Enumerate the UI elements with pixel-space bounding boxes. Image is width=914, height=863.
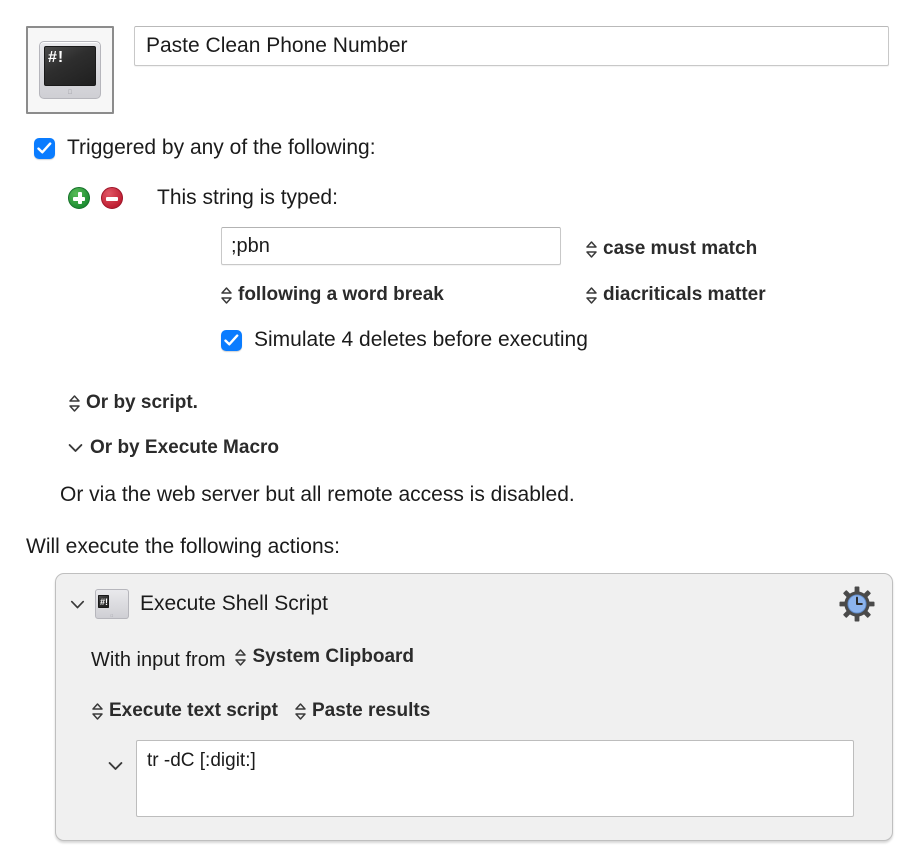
macro-header: #!  Paste Clean Phone Number bbox=[26, 26, 889, 114]
up-down-chevron-icon bbox=[234, 647, 247, 667]
or-by-execute-macro-disclosure[interactable]: Or by Execute Macro bbox=[68, 437, 279, 459]
or-by-script-label: Or by script. bbox=[86, 392, 198, 413]
typed-string-value: ;pbn bbox=[231, 234, 270, 257]
trigger-enabled-row: Triggered by any of the following: bbox=[34, 136, 376, 160]
trigger-enabled-label: Triggered by any of the following: bbox=[67, 136, 376, 159]
up-down-chevron-icon bbox=[294, 701, 307, 721]
action-header: #!  Execute Shell Script bbox=[70, 589, 328, 619]
remove-trigger-button[interactable] bbox=[101, 187, 123, 209]
script-text-input[interactable]: tr -dC [:digit:] bbox=[136, 740, 854, 817]
input-from-label: With input from bbox=[91, 648, 226, 671]
checkmark-icon bbox=[224, 333, 239, 345]
action-icon-glyph: #! bbox=[98, 595, 110, 608]
up-down-chevron-icon bbox=[220, 285, 233, 305]
minus-icon bbox=[106, 197, 118, 201]
gear-clock-icon[interactable] bbox=[839, 586, 875, 622]
input-source-value: System Clipboard bbox=[252, 646, 415, 667]
monitor-base:  bbox=[96, 614, 128, 618]
simulate-deletes-label: Simulate 4 deletes before executing bbox=[254, 328, 588, 351]
checkmark-icon bbox=[37, 141, 52, 153]
result-mode-value: Paste results bbox=[311, 700, 431, 721]
chevron-down-icon bbox=[68, 438, 83, 458]
diacriticals-popup[interactable]: diacriticals matter bbox=[585, 284, 766, 306]
script-text-value: tr -dC [:digit:] bbox=[147, 750, 256, 771]
up-down-chevron-icon bbox=[68, 393, 81, 413]
macro-icon-well[interactable]: #!  bbox=[26, 26, 114, 114]
actions-heading: Will execute the following actions: bbox=[26, 535, 340, 558]
action-title: Execute Shell Script bbox=[140, 592, 328, 615]
shell-script-monitor-icon: #!  bbox=[39, 41, 101, 99]
plus-icon-vertical bbox=[78, 192, 82, 204]
up-down-chevron-icon bbox=[585, 239, 598, 259]
add-trigger-button[interactable] bbox=[68, 187, 90, 209]
chevron-down-icon[interactable] bbox=[70, 594, 85, 614]
trigger-enabled-checkbox[interactable] bbox=[34, 137, 55, 159]
script-disclosure-chevron-down-icon[interactable] bbox=[106, 757, 124, 775]
execute-mode-popup[interactable]: Execute text script bbox=[91, 700, 278, 722]
or-by-execute-macro-label: Or by Execute Macro bbox=[90, 437, 280, 458]
up-down-chevron-icon bbox=[585, 285, 598, 305]
diacriticals-value: diacriticals matter bbox=[603, 284, 766, 305]
action-script-mode-row: Execute text script Paste results bbox=[91, 700, 430, 722]
case-match-popup[interactable]: case must match bbox=[585, 238, 757, 260]
or-by-script-popup[interactable]: Or by script. bbox=[68, 392, 198, 414]
simulate-deletes-row: Simulate 4 deletes before executing bbox=[221, 328, 588, 352]
result-mode-popup[interactable]: Paste results bbox=[294, 700, 430, 722]
action-input-source-row: With input from System Clipboard bbox=[91, 646, 414, 672]
typed-string-trigger-row: This string is typed: bbox=[68, 186, 338, 210]
macro-icon-glyph: #! bbox=[44, 46, 96, 86]
typed-string-label: This string is typed: bbox=[157, 186, 338, 209]
web-server-note: Or via the web server but all remote acc… bbox=[60, 483, 575, 506]
macro-title-value: Paste Clean Phone Number bbox=[146, 34, 408, 57]
macro-editor-pane: #!  Paste Clean Phone Number Triggered … bbox=[0, 0, 914, 863]
simulate-deletes-checkbox[interactable] bbox=[221, 329, 242, 351]
action-panel-execute-shell-script[interactable]: #!  Execute Shell Script bbox=[55, 573, 893, 841]
typed-string-input[interactable]: ;pbn bbox=[221, 227, 561, 265]
monitor-base:  bbox=[40, 90, 100, 96]
input-source-popup[interactable]: System Clipboard bbox=[234, 646, 414, 668]
shell-script-monitor-icon: #!  bbox=[95, 589, 129, 619]
macro-title-input[interactable]: Paste Clean Phone Number bbox=[134, 26, 889, 66]
case-match-value: case must match bbox=[603, 238, 758, 259]
word-break-value: following a word break bbox=[238, 284, 444, 305]
word-break-popup[interactable]: following a word break bbox=[220, 284, 444, 306]
up-down-chevron-icon bbox=[91, 701, 104, 721]
execute-mode-value: Execute text script bbox=[109, 700, 278, 721]
